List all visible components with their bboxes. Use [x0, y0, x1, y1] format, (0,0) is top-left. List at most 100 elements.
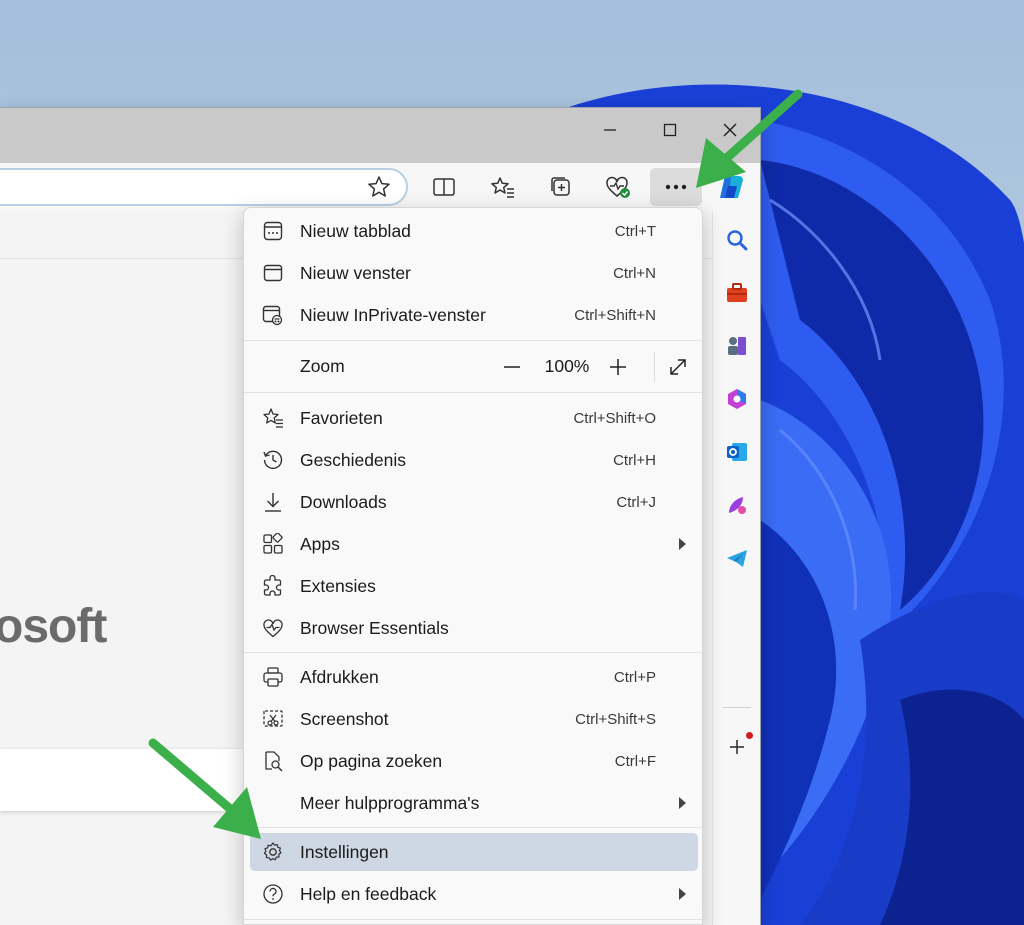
menu-item-find-on-page[interactable]: Op pagina zoeken Ctrl+F	[250, 742, 698, 780]
sidebar-games-button[interactable]	[721, 329, 753, 361]
collections-button[interactable]	[545, 171, 577, 203]
maximize-icon	[663, 123, 677, 137]
sidebar-microsoft365-button[interactable]	[721, 383, 753, 415]
submenu-arrow-icon	[679, 797, 686, 809]
outlook-icon	[727, 443, 747, 461]
search-icon	[727, 230, 748, 251]
zoom-separator	[654, 352, 655, 382]
minimize-icon	[604, 129, 616, 131]
favorites-icon	[491, 177, 514, 198]
sidebar-separator	[723, 707, 751, 708]
menu-item-shortcut: Ctrl+H	[613, 451, 656, 469]
menu-item-new-tab[interactable]: Nieuw tabblad Ctrl+T	[250, 212, 698, 250]
help-icon	[262, 883, 284, 905]
menu-item-shortcut: Ctrl+N	[613, 264, 656, 282]
zoom-label: Zoom	[300, 356, 345, 376]
menu-item-label: Downloads	[300, 491, 387, 512]
annotation-arrow-icon	[148, 738, 261, 839]
history-icon	[262, 449, 284, 471]
zoom-value: 100%	[544, 356, 590, 376]
browser-essentials-button[interactable]	[602, 171, 634, 203]
maximize-button[interactable]	[650, 118, 690, 142]
favorites-button[interactable]	[487, 171, 519, 203]
menu-item-screenshot[interactable]: Screenshot Ctrl+Shift+S	[250, 700, 698, 738]
menu-item-label: Nieuw tabblad	[300, 220, 411, 241]
menu-item-new-inprivate-window[interactable]: Nieuw InPrivate-venster Ctrl+Shift+N	[250, 296, 698, 334]
menu-item-label: Geschiedenis	[300, 449, 407, 470]
more-icon	[665, 184, 687, 190]
tools-icon	[727, 283, 747, 302]
submenu-arrow-icon	[679, 888, 686, 900]
menu-separator	[244, 827, 702, 828]
annotation-arrow-icon	[696, 89, 803, 188]
games-icon	[728, 337, 746, 355]
edge-sidebar	[712, 211, 760, 925]
microsoft365-icon	[728, 389, 746, 409]
minus-icon	[504, 366, 520, 368]
menu-item-shortcut: Ctrl+Shift+S	[575, 710, 656, 728]
menu-item-shortcut: Ctrl+J	[616, 493, 656, 511]
favorites-icon	[262, 407, 284, 429]
telegram-icon	[727, 550, 747, 567]
menu-item-label: Screenshot	[300, 708, 389, 729]
inprivate-icon	[262, 304, 284, 326]
menu-item-label: Browser Essentials	[300, 617, 449, 638]
sidebar-outlook-button[interactable]	[721, 436, 753, 468]
menu-item-history[interactable]: Geschiedenis Ctrl+H	[250, 441, 698, 479]
menu-item-shortcut: Ctrl+T	[614, 222, 656, 240]
new-window-icon	[262, 262, 284, 284]
favorite-star-icon[interactable]	[367, 175, 391, 199]
menu-item-label: Afdrukken	[300, 666, 379, 687]
menu-item-label: Instellingen	[300, 841, 389, 862]
sidebar-designer-button[interactable]	[721, 489, 753, 521]
title-bar	[0, 108, 760, 163]
download-icon	[262, 491, 284, 513]
zoom-in-button[interactable]	[600, 350, 636, 384]
notification-dot	[746, 732, 753, 739]
plus-icon	[610, 359, 626, 375]
sidebar-telegram-button[interactable]	[721, 542, 753, 574]
submenu-arrow-icon	[679, 538, 686, 550]
fullscreen-icon	[670, 359, 686, 375]
designer-icon	[729, 497, 746, 514]
menu-item-label: Nieuw venster	[300, 262, 411, 283]
menu-item-shortcut: Ctrl+Shift+O	[573, 409, 656, 427]
menu-item-shortcut: Ctrl+Shift+N	[574, 306, 656, 324]
settings-and-more-menu: Nieuw tabblad Ctrl+T Nieuw venster Ctrl+…	[243, 207, 703, 925]
browser-essentials-icon	[262, 617, 284, 639]
menu-item-extensions[interactable]: Extensies	[250, 567, 698, 605]
menu-item-apps[interactable]: Apps	[250, 525, 698, 563]
menu-item-label: Help en feedback	[300, 883, 437, 904]
brand-text: osoft	[0, 600, 107, 653]
new-tab-icon	[262, 220, 284, 242]
browser-essentials-icon	[606, 176, 630, 198]
menu-item-shortcut: Ctrl+F	[614, 752, 656, 770]
minimize-button[interactable]	[590, 118, 630, 142]
menu-item-label: Favorieten	[300, 407, 383, 428]
menu-item-label: Apps	[300, 533, 340, 554]
menu-item-more-tools[interactable]: Meer hulpprogramma's	[250, 784, 698, 822]
menu-item-favorites[interactable]: Favorieten Ctrl+Shift+O	[250, 399, 698, 437]
sidebar-search-button[interactable]	[721, 224, 753, 256]
address-bar[interactable]	[0, 168, 408, 206]
menu-item-settings[interactable]: Instellingen	[250, 833, 698, 871]
split-screen-button[interactable]	[428, 171, 460, 203]
sidebar-tools-button[interactable]	[721, 277, 753, 309]
menu-separator	[244, 652, 702, 653]
screenshot-icon	[262, 708, 284, 730]
menu-item-downloads[interactable]: Downloads Ctrl+J	[250, 483, 698, 521]
menu-item-browser-essentials[interactable]: Browser Essentials	[250, 609, 698, 647]
menu-item-print[interactable]: Afdrukken Ctrl+P	[250, 658, 698, 696]
collections-icon	[551, 177, 570, 196]
menu-item-new-window[interactable]: Nieuw venster Ctrl+N	[250, 254, 698, 292]
menu-item-label: Op pagina zoeken	[300, 750, 443, 771]
browser-toolbar	[0, 163, 760, 211]
menu-item-label: Meer hulpprogramma's	[300, 792, 480, 813]
zoom-out-button[interactable]	[494, 350, 530, 384]
fullscreen-button[interactable]	[660, 350, 696, 384]
add-icon	[730, 740, 744, 754]
zoom-row: Zoom 100%	[250, 346, 698, 388]
menu-separator	[244, 919, 702, 920]
menu-item-help-and-feedback[interactable]: Help en feedback	[250, 875, 698, 913]
apps-icon	[262, 533, 284, 555]
